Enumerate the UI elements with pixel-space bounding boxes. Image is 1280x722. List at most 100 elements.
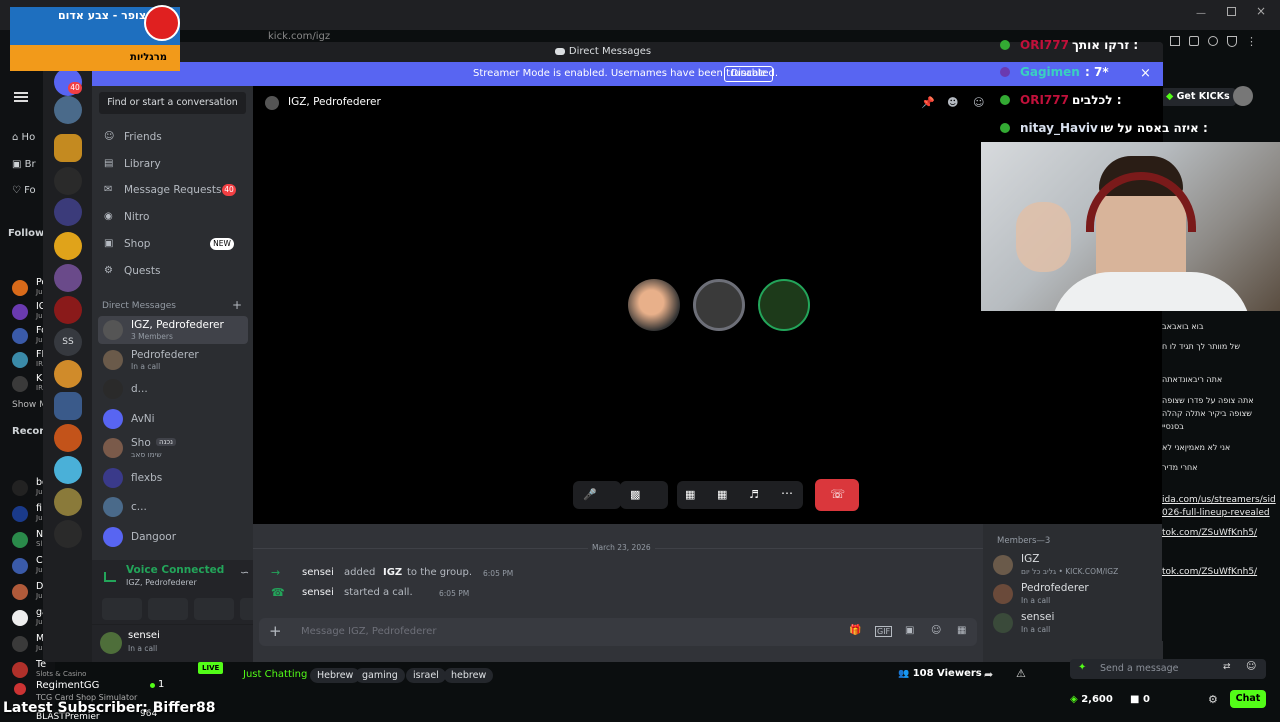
sidebar-toggle-icon[interactable] — [1170, 36, 1180, 46]
dm-item[interactable]: Pedrofederer In a call — [98, 346, 248, 374]
find-conversation-button[interactable]: Find or start a conversation — [99, 92, 246, 114]
chat-link[interactable]: ida.com/us/streamers/sid — [1162, 495, 1276, 505]
activities-button[interactable] — [194, 598, 234, 620]
more-options-icon[interactable]: ⋯ — [781, 486, 793, 500]
dm-item[interactable]: c... — [98, 493, 248, 521]
add-friends-icon[interactable]: ☻ — [947, 96, 958, 109]
show-more-link[interactable]: Show M — [12, 400, 47, 410]
chat-send-button[interactable]: Chat — [1230, 690, 1266, 708]
dm-item[interactable]: AvNi — [98, 405, 248, 433]
nav-item-message-requests[interactable]: ✉ Message Requests 40 — [102, 179, 247, 201]
dm-item[interactable]: Dangoor — [98, 523, 248, 551]
server-icon[interactable] — [54, 96, 82, 124]
voice-connected-label[interactable]: Voice Connected — [126, 564, 224, 576]
participant-avatar[interactable] — [758, 279, 810, 331]
kicks-balance[interactable]: ◈ 2,600 — [1070, 694, 1113, 705]
chat-input[interactable]: ✦ Send a message ⇄ ☺ — [1070, 659, 1266, 679]
shield-icon[interactable] — [1227, 35, 1237, 47]
get-kicks-button[interactable]: ◆ Get KICKs — [1160, 88, 1236, 106]
share-icon[interactable]: ➦ — [984, 668, 993, 681]
screen-share-button[interactable] — [148, 598, 188, 620]
translate-icon[interactable]: ⇄ — [1223, 662, 1231, 672]
nav-item-quests[interactable]: ⚙ Quests — [102, 260, 247, 282]
rewards-count[interactable]: ■ 0 — [1130, 694, 1150, 705]
stream-tag[interactable]: hebrew — [444, 668, 494, 683]
stream-tag[interactable]: Hebrew — [310, 668, 361, 683]
chat-settings-icon[interactable]: ⚙ — [1208, 693, 1218, 706]
gif-icon[interactable]: GIF — [875, 626, 893, 637]
dm-item[interactable]: Sho שימו סאב נכנה — [98, 434, 248, 462]
message-composer[interactable]: + Message IGZ, Pedrofederer 🎁 GIF ▣ ☺ ▦ — [259, 618, 977, 646]
dm-item[interactable]: d... — [98, 375, 248, 403]
nav-item-library[interactable]: ▤ Library — [102, 153, 247, 175]
emoji-icon[interactable]: ☺ — [931, 625, 941, 636]
dm-item[interactable]: IGZ, Pedrofederer 3 Members — [98, 316, 248, 344]
apps-icon[interactable]: ▦ — [957, 625, 966, 636]
member-item[interactable]: IGZ גליב כל יום • KICK.COM/IGZ — [993, 552, 1158, 580]
server-icon[interactable] — [54, 264, 82, 292]
more-icon[interactable]: ⋮ — [1246, 35, 1257, 48]
server-icon[interactable] — [54, 488, 82, 516]
report-icon[interactable]: ⚠ — [1016, 667, 1026, 680]
collections-icon[interactable] — [1189, 36, 1199, 46]
member-item[interactable]: sensei In a call — [993, 610, 1158, 638]
chat-link[interactable]: tok.com/ZSuWfKnh5/ — [1162, 528, 1257, 538]
participant-avatar[interactable] — [628, 279, 680, 331]
nav-item-shop[interactable]: ▣ Shop NEW — [102, 233, 247, 255]
member-item[interactable]: Pedrofederer In a call — [993, 581, 1158, 609]
discord-titlebar: Direct Messages — [43, 42, 1163, 62]
browser-close-button[interactable]: × — [1256, 4, 1266, 18]
new-dm-plus-icon[interactable]: + — [232, 298, 242, 312]
user-avatar[interactable] — [100, 632, 122, 654]
server-folder-ss[interactable]: SS — [54, 328, 82, 356]
kick-nav-home[interactable]: ⌂ Ho — [12, 132, 35, 143]
members-icon[interactable]: ☺ — [973, 96, 984, 109]
emote-icon[interactable]: ☺ — [1246, 661, 1256, 672]
leave-call-button[interactable]: ☏ — [815, 479, 859, 511]
soundboard-icon[interactable]: ♬ — [749, 488, 759, 501]
message-author[interactable]: sensei — [302, 587, 334, 598]
extensions-icon[interactable] — [1208, 36, 1218, 46]
server-icon[interactable] — [54, 198, 82, 226]
kick-nav-following[interactable]: ♡ Fo — [12, 185, 36, 196]
dm-item[interactable]: flexbs — [98, 464, 248, 492]
server-icon[interactable] — [54, 392, 82, 420]
server-icon[interactable] — [54, 296, 82, 324]
sticker-icon[interactable]: ▣ — [905, 625, 914, 636]
server-icon[interactable] — [54, 520, 82, 548]
chat-link[interactable]: 026-full-lineup-revealed — [1162, 508, 1270, 518]
browser-minimize-button[interactable]: — — [1196, 8, 1206, 19]
server-icon[interactable] — [54, 456, 82, 484]
attach-plus-icon[interactable]: + — [269, 622, 282, 640]
screen-share-icon[interactable]: ▦ — [685, 488, 695, 501]
server-icon[interactable] — [54, 134, 82, 162]
hamburger-menu-icon[interactable] — [14, 92, 28, 102]
pin-icon[interactable]: 📌 — [921, 96, 935, 109]
mute-toggle[interactable]: 🎤 — [573, 481, 621, 509]
participant-avatar[interactable] — [693, 279, 745, 331]
kick-nav-browse[interactable]: ▣ Br — [12, 159, 36, 170]
camera-toggle[interactable]: ▩ — [620, 481, 668, 509]
stream-tag[interactable]: gaming — [355, 668, 405, 683]
server-icon[interactable] — [54, 424, 82, 452]
browser-maximize-button[interactable] — [1227, 7, 1236, 16]
streamer-disable-button[interactable]: Disable — [724, 66, 774, 82]
profile-avatar[interactable] — [1233, 86, 1253, 106]
channel-avatar — [12, 328, 28, 344]
voice-channel-name[interactable]: IGZ, Pedrofederer — [126, 578, 197, 587]
stream-tag[interactable]: israel — [406, 668, 446, 683]
gift-icon[interactable]: 🎁 — [849, 625, 861, 636]
nav-item-friends[interactable]: ☺ Friends — [102, 126, 247, 148]
activities-icon[interactable]: ▦ — [717, 488, 727, 501]
server-icon[interactable] — [54, 167, 82, 195]
camera-off-button[interactable] — [102, 598, 142, 620]
stream-category[interactable]: Just Chatting — [243, 669, 307, 680]
nav-item-nitro[interactable]: ◉ Nitro — [102, 206, 247, 228]
server-icon[interactable] — [54, 232, 82, 260]
noise-suppression-icon[interactable]: ∽ — [240, 566, 249, 579]
chat-link[interactable]: tok.com/ZSuWfKnh5/ — [1162, 567, 1257, 577]
message-target[interactable]: IGZ — [383, 567, 402, 578]
message-author[interactable]: sensei — [302, 567, 334, 578]
server-icon[interactable] — [54, 360, 82, 388]
user-name[interactable]: sensei — [128, 630, 160, 641]
